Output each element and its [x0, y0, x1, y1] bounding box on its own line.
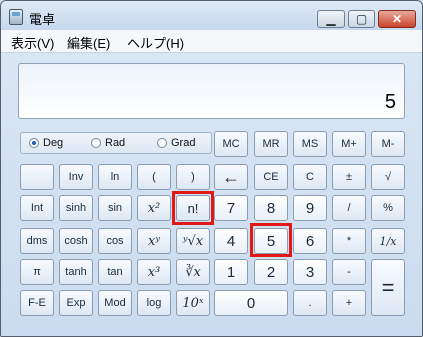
digit-1-button[interactable]: 1	[214, 259, 248, 285]
calculator-app-icon	[9, 9, 23, 25]
int-button[interactable]: Int	[20, 195, 54, 221]
sqrt-button[interactable]: √	[371, 164, 405, 190]
ms-button[interactable]: MS	[293, 131, 327, 157]
cos-button[interactable]: cos	[98, 228, 132, 254]
maximize-button[interactable]: ▢	[348, 10, 375, 28]
digit-6-button[interactable]: 6	[293, 228, 327, 254]
close-button[interactable]: ✕	[378, 10, 416, 28]
x-cubed-button[interactable]: x³	[137, 259, 171, 285]
radio-rad-label: Rad	[105, 137, 126, 149]
title-bar: 電卓 ▁ ▢ ✕	[1, 1, 422, 30]
digit-9-button[interactable]: 9	[293, 195, 327, 221]
y-root-x-button[interactable]: ʸ√x	[176, 228, 210, 254]
radio-deg[interactable]: Deg	[29, 137, 63, 149]
tan-button[interactable]: tan	[98, 259, 132, 285]
reciprocal-button[interactable]: 1/x	[371, 228, 405, 254]
ten-power-x-button[interactable]: 10ˣ	[176, 290, 210, 316]
x-squared-button[interactable]: x²	[137, 195, 171, 221]
factorial-highlight	[172, 191, 214, 225]
x-power-y-button[interactable]: xʸ	[137, 228, 171, 254]
divide-button[interactable]: /	[332, 195, 366, 221]
close-paren-button[interactable]: )	[176, 164, 210, 190]
minimize-button[interactable]: ▁	[317, 10, 345, 28]
mod-button[interactable]: Mod	[98, 290, 132, 316]
inv-button[interactable]: Inv	[59, 164, 93, 190]
cube-root-button[interactable]: ∛x	[176, 259, 210, 285]
blank-button	[20, 164, 54, 190]
digit-2-button[interactable]: 2	[254, 259, 288, 285]
multiply-button[interactable]: *	[332, 228, 366, 254]
m-plus-button[interactable]: M+	[332, 131, 366, 157]
open-paren-button[interactable]: (	[137, 164, 171, 190]
result-display: 5	[18, 63, 405, 119]
backspace-button[interactable]: ←	[214, 164, 248, 190]
menu-view[interactable]: 表示(V)	[11, 33, 54, 52]
tanh-button[interactable]: tanh	[59, 259, 93, 285]
digit-3-button[interactable]: 3	[293, 259, 327, 285]
m-minus-button[interactable]: M-	[371, 131, 405, 157]
clear-button[interactable]: C	[293, 164, 327, 190]
radio-rad-dot[interactable]	[91, 138, 101, 148]
sinh-button[interactable]: sinh	[59, 195, 93, 221]
digit-5-highlight	[250, 223, 292, 257]
pi-button[interactable]: π	[20, 259, 54, 285]
mc-button[interactable]: MC	[214, 131, 248, 157]
subtract-button[interactable]: -	[332, 259, 366, 285]
minimize-icon: ▁	[326, 12, 336, 26]
menu-edit[interactable]: 編集(E)	[67, 33, 110, 52]
close-icon: ✕	[391, 12, 403, 26]
equals-button[interactable]: =	[371, 259, 405, 316]
digit-4-button[interactable]: 4	[214, 228, 248, 254]
ce-button[interactable]: CE	[254, 164, 288, 190]
digit-7-button[interactable]: 7	[214, 195, 248, 221]
add-button[interactable]: +	[332, 290, 366, 316]
display-value: 5	[384, 91, 396, 113]
radio-rad[interactable]: Rad	[91, 137, 125, 149]
log-button[interactable]: log	[137, 290, 171, 316]
sin-button[interactable]: sin	[98, 195, 132, 221]
negate-button[interactable]: ±	[332, 164, 366, 190]
digit-0-button[interactable]: 0	[214, 290, 288, 316]
menu-help[interactable]: ヘルプ(H)	[127, 33, 184, 52]
percent-button[interactable]: %	[371, 195, 405, 221]
window-title: 電卓	[29, 12, 56, 27]
radio-deg-dot[interactable]	[29, 138, 39, 148]
radio-grad-label: Grad	[171, 137, 196, 149]
fe-button[interactable]: F-E	[20, 290, 54, 316]
calculator-window: 電卓 ▁ ▢ ✕ 表示(V) 編集(E) ヘルプ(H) 5 Deg Rad Gr…	[0, 0, 423, 337]
radio-grad-dot[interactable]	[157, 138, 167, 148]
radio-deg-label: Deg	[43, 137, 64, 149]
digit-8-button[interactable]: 8	[254, 195, 288, 221]
menu-bar: 表示(V) 編集(E) ヘルプ(H)	[1, 30, 422, 53]
cosh-button[interactable]: cosh	[59, 228, 93, 254]
ln-button[interactable]: ln	[98, 164, 132, 190]
exp-button[interactable]: Exp	[59, 290, 93, 316]
angle-mode-group: Deg Rad Grad	[20, 132, 212, 154]
decimal-button[interactable]: .	[293, 290, 327, 316]
mr-button[interactable]: MR	[254, 131, 288, 157]
radio-grad[interactable]: Grad	[157, 137, 195, 149]
dms-button[interactable]: dms	[20, 228, 54, 254]
maximize-icon: ▢	[355, 12, 368, 26]
